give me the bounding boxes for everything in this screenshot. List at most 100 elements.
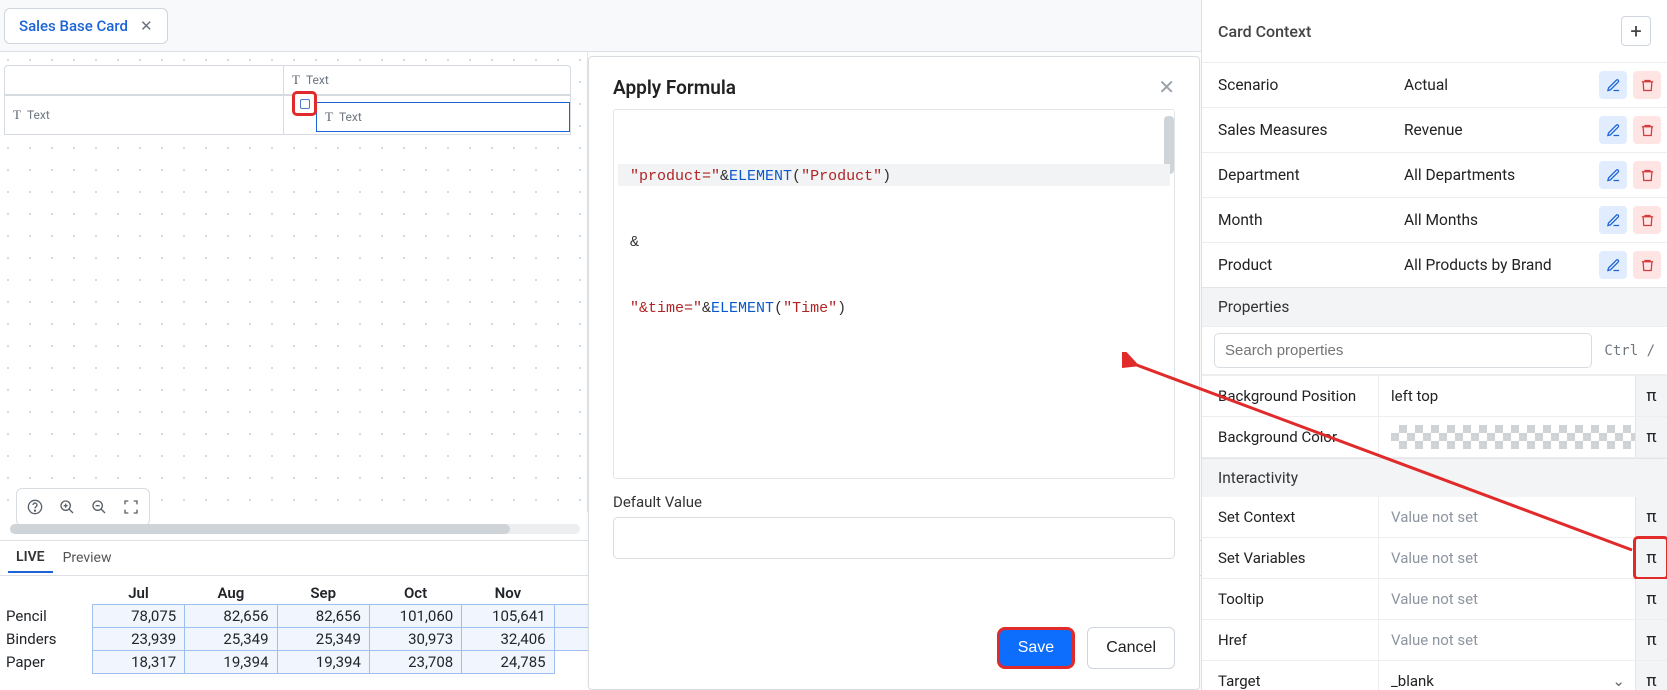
- edit-icon[interactable]: [1599, 206, 1627, 234]
- table-cell[interactable]: 24,785: [462, 651, 554, 674]
- edit-icon[interactable]: [1599, 116, 1627, 144]
- close-icon[interactable]: ✕: [1158, 75, 1175, 99]
- default-value-input[interactable]: [613, 517, 1175, 559]
- table-cell[interactable]: 30,973: [369, 628, 461, 651]
- pi-formula-icon[interactable]: π: [1635, 376, 1667, 416]
- zoom-toolbar: [16, 488, 150, 526]
- dialog-title: Apply Formula: [613, 76, 736, 99]
- text-icon: T: [13, 107, 21, 123]
- section-properties: Properties: [1202, 287, 1667, 326]
- table-cell[interactable]: 78,075: [92, 605, 184, 628]
- canvas-cell-selected[interactable]: T Text: [316, 102, 570, 132]
- table-cell[interactable]: 19,394: [277, 651, 369, 674]
- text-label: Text: [27, 108, 50, 122]
- col-header: Nov: [462, 582, 554, 605]
- context-value: Revenue: [1404, 121, 1599, 139]
- canvas-cell[interactable]: [4, 65, 286, 95]
- pi-formula-icon[interactable]: π: [1635, 497, 1667, 537]
- context-label: Sales Measures: [1218, 121, 1404, 139]
- text-label: Text: [339, 110, 362, 124]
- horizontal-scrollbar[interactable]: [10, 524, 580, 534]
- context-row: Product All Products by Brand: [1202, 242, 1667, 287]
- pi-formula-icon[interactable]: π: [1635, 620, 1667, 660]
- add-button[interactable]: +: [1621, 16, 1651, 46]
- save-button[interactable]: Save: [997, 627, 1075, 669]
- zoom-out-icon[interactable]: [85, 493, 113, 521]
- chevron-down-icon[interactable]: ⌄: [1612, 672, 1625, 690]
- search-input[interactable]: [1214, 333, 1592, 368]
- default-value-label: Default Value: [613, 493, 1175, 511]
- context-label: Department: [1218, 166, 1404, 184]
- table-cell[interactable]: 82,656: [185, 605, 277, 628]
- zoom-in-icon[interactable]: [53, 493, 81, 521]
- tab-live[interactable]: LIVE: [8, 543, 53, 573]
- table-cell[interactable]: 32,406: [462, 628, 554, 651]
- context-row: Scenario Actual: [1202, 62, 1667, 107]
- property-value[interactable]: left top: [1378, 376, 1635, 416]
- context-row: Sales Measures Revenue: [1202, 107, 1667, 152]
- pi-formula-icon[interactable]: π: [1635, 417, 1667, 457]
- delete-icon[interactable]: [1633, 116, 1661, 144]
- property-value[interactable]: Value not set: [1378, 620, 1635, 660]
- property-row: Href Value not set π: [1202, 620, 1667, 661]
- property-value[interactable]: Value not set: [1378, 538, 1635, 578]
- table-cell[interactable]: 101,060: [369, 605, 461, 628]
- property-label: Set Context: [1202, 508, 1378, 526]
- edit-icon[interactable]: [1599, 71, 1627, 99]
- property-value[interactable]: [1378, 417, 1635, 457]
- property-label: Background Position: [1202, 387, 1378, 405]
- canvas-cell[interactable]: T Text: [283, 65, 571, 95]
- table-cell[interactable]: 23,708: [369, 651, 461, 674]
- section-interactivity: Interactivity: [1202, 458, 1667, 497]
- close-icon[interactable]: ✕: [140, 17, 153, 35]
- row-header: Binders: [0, 628, 92, 651]
- context-label: Scenario: [1218, 76, 1404, 94]
- context-value: Actual: [1404, 76, 1599, 94]
- help-icon[interactable]: [21, 493, 49, 521]
- row-header: Paper: [0, 651, 92, 674]
- delete-icon[interactable]: [1633, 206, 1661, 234]
- property-value[interactable]: Value not set: [1378, 497, 1635, 537]
- design-canvas[interactable]: T Text T Text T Text: [0, 52, 588, 512]
- context-value: All Products by Brand: [1404, 256, 1599, 274]
- table-cell[interactable]: 82,656: [277, 605, 369, 628]
- property-row: Set Context Value not set π: [1202, 497, 1667, 538]
- formula-editor[interactable]: "product="&ELEMENT("Product") & "&time="…: [613, 109, 1175, 479]
- pi-formula-icon[interactable]: π: [1635, 579, 1667, 619]
- edit-icon[interactable]: [1599, 251, 1627, 279]
- property-label: Set Variables: [1202, 549, 1378, 567]
- table-cell[interactable]: 25,349: [185, 628, 277, 651]
- property-label: Target: [1202, 672, 1378, 690]
- row-header: Pencil: [0, 605, 92, 628]
- edit-icon[interactable]: [1599, 161, 1627, 189]
- col-header: Jul: [92, 582, 184, 605]
- table-cell[interactable]: 19,394: [185, 651, 277, 674]
- delete-icon[interactable]: [1633, 71, 1661, 99]
- tab-preview[interactable]: Preview: [53, 544, 122, 572]
- property-value[interactable]: Value not set: [1378, 579, 1635, 619]
- canvas-cell[interactable]: T Text: [4, 95, 286, 135]
- table-cell[interactable]: 23,939: [92, 628, 184, 651]
- pi-formula-icon[interactable]: π: [1635, 538, 1667, 578]
- text-label: Text: [306, 73, 329, 87]
- fit-screen-icon[interactable]: [117, 493, 145, 521]
- search-row: Ctrl /: [1202, 326, 1667, 375]
- cancel-button[interactable]: Cancel: [1087, 627, 1175, 669]
- formula-dialog: Apply Formula ✕ "product="&ELEMENT("Prod…: [588, 56, 1200, 690]
- text-icon: T: [325, 109, 333, 125]
- table-cell[interactable]: 105,641: [462, 605, 554, 628]
- delete-icon[interactable]: [1633, 251, 1661, 279]
- tab-title: Sales Base Card: [19, 17, 128, 35]
- property-row: Background Position left top π: [1202, 376, 1667, 417]
- delete-icon[interactable]: [1633, 161, 1661, 189]
- table-cell[interactable]: 18,317: [92, 651, 184, 674]
- property-label: Tooltip: [1202, 590, 1378, 608]
- tab-sales-base-card[interactable]: Sales Base Card ✕: [4, 8, 168, 44]
- property-value[interactable]: _blank⌄: [1378, 661, 1635, 690]
- pi-formula-icon[interactable]: π: [1635, 661, 1667, 690]
- property-row: Background Color π: [1202, 417, 1667, 458]
- sidebar-title: Card Context: [1218, 22, 1311, 41]
- context-label: Month: [1218, 211, 1404, 229]
- scrollbar-thumb[interactable]: [10, 524, 510, 534]
- table-cell[interactable]: 25,349: [277, 628, 369, 651]
